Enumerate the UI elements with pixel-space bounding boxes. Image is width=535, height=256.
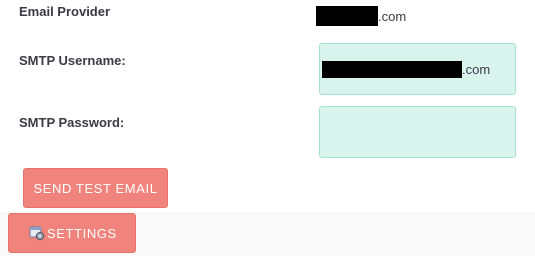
smtp-password-field[interactable] <box>319 106 516 158</box>
smtp-username-label: SMTP Username: <box>19 53 126 68</box>
email-provider-suffix: .com <box>378 8 407 24</box>
gear-icon <box>29 225 45 241</box>
smtp-username-field[interactable]: .com <box>319 43 516 95</box>
smtp-username-suffix: .com <box>462 61 491 77</box>
settings-button[interactable]: SETTINGS <box>8 213 136 253</box>
email-provider-label: Email Provider <box>19 4 111 19</box>
redacted-text <box>322 60 462 78</box>
redacted-text <box>316 6 378 26</box>
settings-button-label: SETTINGS <box>47 225 117 241</box>
smtp-password-label: SMTP Password: <box>19 115 125 130</box>
email-settings-panel: Email Provider .com SMTP Username: .com … <box>0 0 535 212</box>
send-test-email-button[interactable]: SEND TEST EMAIL <box>23 168 168 208</box>
email-provider-value: .com <box>316 6 406 26</box>
